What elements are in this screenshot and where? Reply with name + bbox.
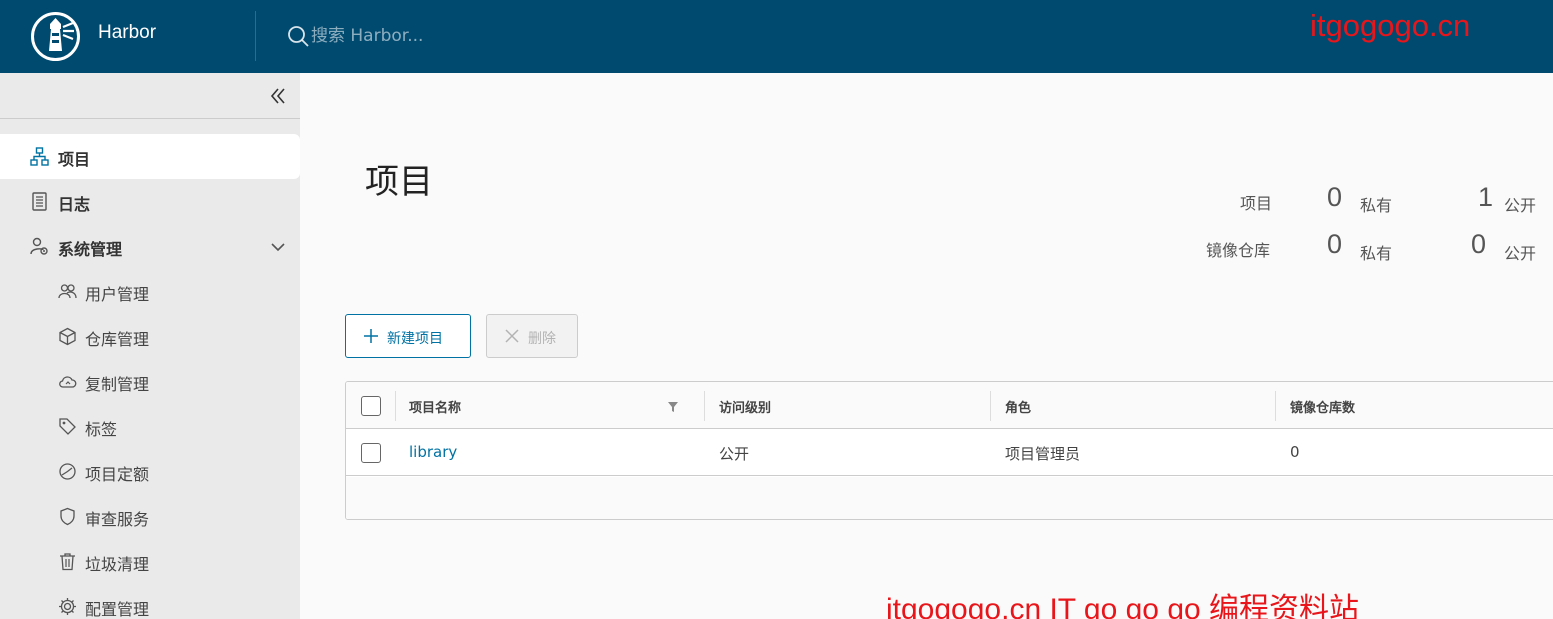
brand-name[interactable]: Harbor — [98, 22, 156, 44]
stat-public-label: 公开 — [1504, 244, 1537, 263]
sidebar-sub-label: 项目定额 — [85, 465, 150, 484]
tag-icon — [59, 418, 76, 435]
column-header-name[interactable]: 项目名称 — [409, 397, 461, 416]
sidebar-item-admin[interactable]: 系统管理 — [0, 224, 300, 269]
watermark-top: itgogogo.cn — [1310, 8, 1471, 43]
delete-label: 删除 — [528, 331, 556, 347]
column-separator — [395, 391, 396, 421]
sidebar-item-replication[interactable]: 复制管理 — [0, 359, 300, 404]
harbor-logo-icon[interactable] — [30, 11, 81, 62]
new-project-button[interactable]: 新建项目 — [345, 314, 471, 358]
log-icon — [32, 192, 47, 211]
top-header: Harbor itgogogo.cn — [0, 0, 1553, 73]
gear-icon — [59, 598, 76, 615]
search-icon — [288, 26, 309, 47]
sidebar-item-label: 日志 — [58, 195, 91, 214]
sidebar-item-interrogation[interactable]: 审查服务 — [0, 494, 300, 539]
column-separator — [1275, 391, 1276, 421]
quota-icon — [59, 463, 76, 480]
stat-repos-label: 镜像仓库 — [1206, 241, 1271, 260]
project-role: 项目管理员 — [1005, 445, 1081, 463]
sidebar-item-gc[interactable]: 垃圾清理 — [0, 539, 300, 584]
sidebar-sub-label: 审查服务 — [85, 510, 150, 529]
sidebar-sub-label: 仓库管理 — [85, 330, 150, 349]
trash-icon — [60, 553, 75, 571]
stat-private-label: 私有 — [1360, 196, 1393, 215]
delete-button[interactable]: 删除 — [486, 314, 578, 358]
chevron-down-icon[interactable] — [268, 237, 288, 257]
project-name-link[interactable]: library — [409, 443, 457, 461]
collapse-sidebar-icon[interactable] — [266, 84, 290, 108]
column-header-role[interactable]: 角色 — [1005, 397, 1031, 416]
admin-icon — [30, 237, 48, 255]
sidebar-item-logs[interactable]: 日志 — [0, 179, 300, 224]
watermark-bottom: itgogogo.cn IT go go go 编程资料站 — [886, 593, 1360, 619]
column-separator — [990, 391, 991, 421]
sidebar-item-label: 系统管理 — [58, 240, 123, 259]
stat-public-label: 公开 — [1504, 196, 1537, 215]
search-input[interactable] — [311, 22, 611, 50]
sidebar: 项目 日志 系统管理 用户管理 仓库管理 复制管理 标签 项目定额 审查服务 垃… — [0, 73, 300, 619]
stat-projects-public-count: 1 — [1478, 182, 1494, 212]
stat-repos-public-count: 0 — [1471, 229, 1487, 259]
sidebar-item-registries[interactable]: 仓库管理 — [0, 314, 300, 359]
box-icon — [59, 327, 76, 346]
users-icon — [58, 284, 77, 299]
page-title: 项目 — [365, 162, 433, 202]
sidebar-sub-label: 配置管理 — [85, 600, 150, 619]
shield-icon — [60, 507, 75, 526]
close-icon — [505, 329, 519, 343]
sidebar-sub-label: 用户管理 — [85, 285, 150, 304]
stat-projects-label: 项目 — [1240, 194, 1273, 213]
sidebar-item-quotas[interactable]: 项目定额 — [0, 449, 300, 494]
new-project-label: 新建项目 — [387, 331, 443, 347]
table-header: 项目名称 访问级别 角色 镜像仓库数 — [346, 382, 1553, 429]
project-icon — [30, 147, 49, 166]
sidebar-item-label: 项目 — [58, 150, 91, 169]
sidebar-item-labels[interactable]: 标签 — [0, 404, 300, 449]
select-all-checkbox[interactable] — [361, 396, 381, 416]
sidebar-sub-label: 标签 — [85, 420, 118, 439]
stat-private-label: 私有 — [1360, 244, 1393, 263]
column-separator — [704, 391, 705, 421]
header-divider — [255, 11, 256, 61]
column-header-access[interactable]: 访问级别 — [719, 397, 771, 416]
table-row: library 公开 项目管理员 0 — [346, 429, 1553, 476]
sidebar-item-projects[interactable]: 项目 — [0, 134, 300, 179]
projects-table: 项目名称 访问级别 角色 镜像仓库数 library 公开 项目管理员 0 — [345, 381, 1553, 520]
column-header-repo-count[interactable]: 镜像仓库数 — [1290, 397, 1355, 416]
filter-icon[interactable] — [667, 401, 679, 413]
project-access-level: 公开 — [719, 445, 750, 463]
plus-icon — [364, 329, 378, 343]
project-repo-count: 0 — [1290, 443, 1300, 461]
cloud-icon — [59, 376, 77, 388]
sidebar-sub-label: 垃圾清理 — [85, 555, 150, 574]
row-checkbox[interactable] — [361, 443, 381, 463]
sidebar-sub-label: 复制管理 — [85, 375, 150, 394]
sidebar-item-config[interactable]: 配置管理 — [0, 584, 300, 619]
stat-repos-private-count: 0 — [1327, 229, 1343, 259]
stat-projects-private-count: 0 — [1327, 182, 1343, 212]
sidebar-item-users[interactable]: 用户管理 — [0, 269, 300, 314]
sidebar-collapse-bar — [0, 73, 300, 119]
table-footer — [346, 477, 1553, 519]
